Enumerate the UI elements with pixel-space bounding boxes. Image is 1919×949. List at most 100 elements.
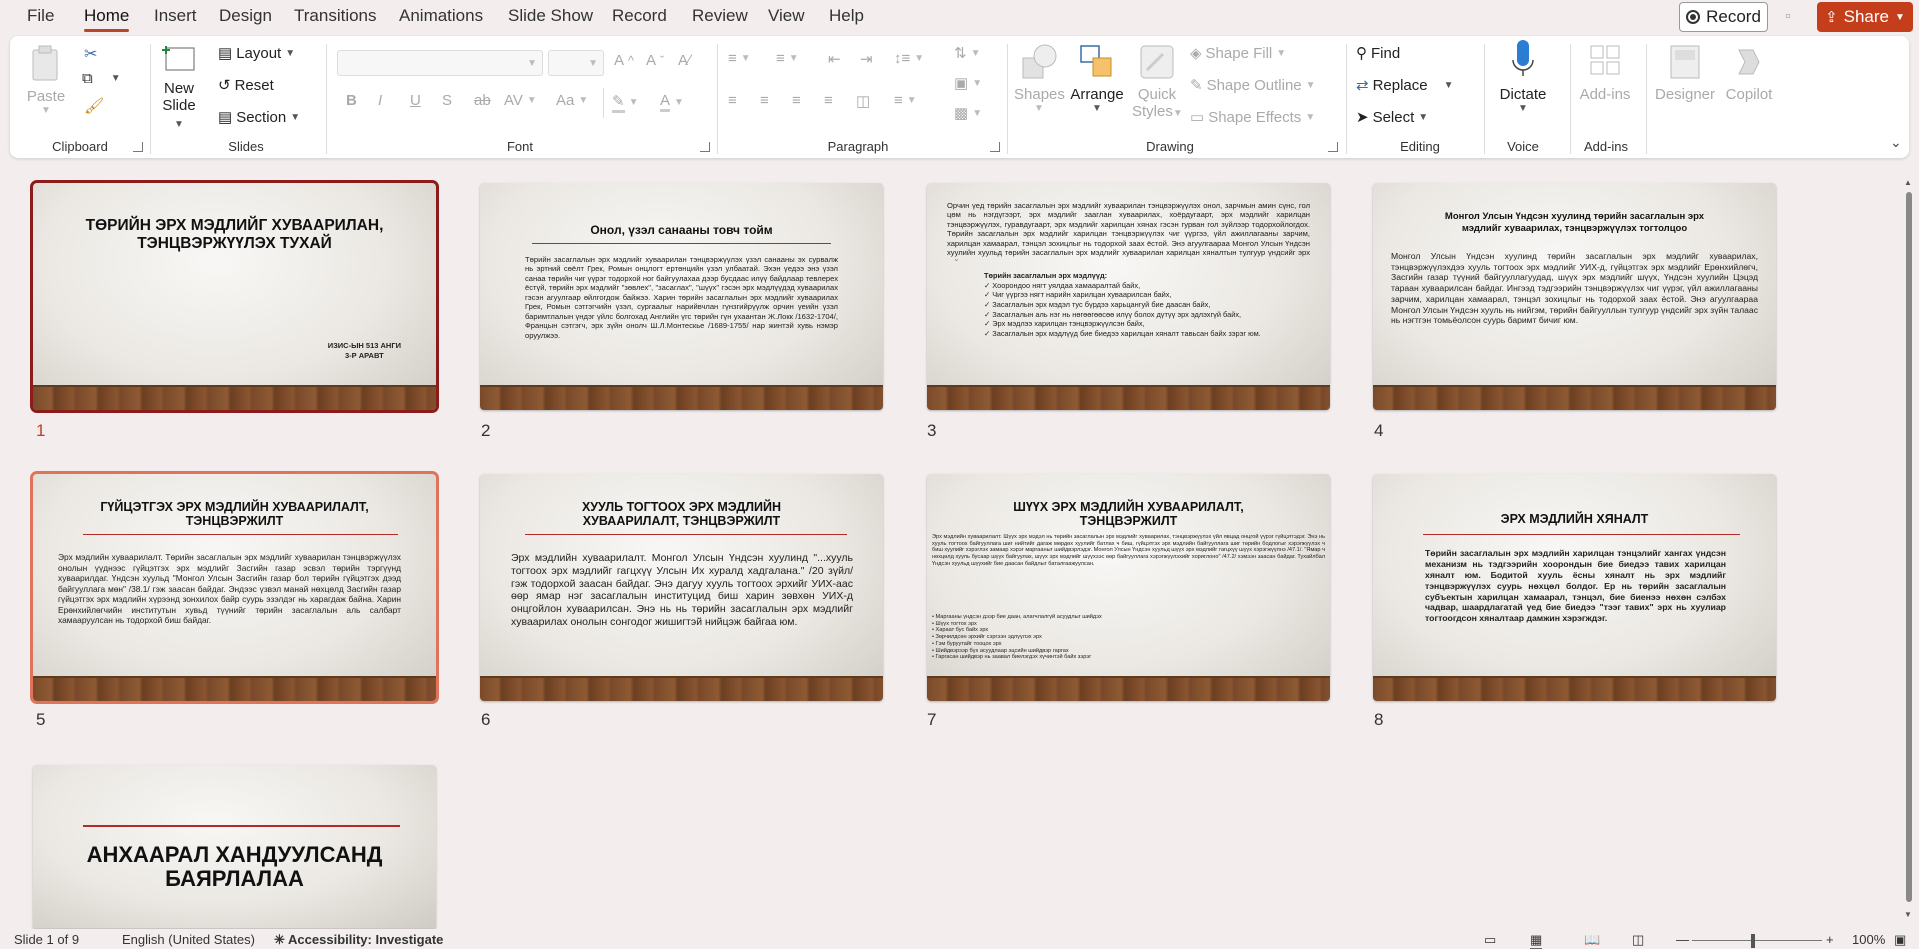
cut-icon[interactable]: ✂ [84, 44, 97, 64]
slide-thumbnail-1[interactable]: ТӨРИЙН ЭРХ МЭДЛИЙГ ХУВААРИЛАН, ТЭНЦВЭРЖҮ… [30, 180, 439, 413]
title-underline [1423, 534, 1740, 535]
vertical-scrollbar[interactable]: ▲ ▼ [1902, 158, 1916, 928]
align-right-icon[interactable]: ≡ [792, 92, 801, 109]
decrease-indent-icon[interactable]: ⇤ [828, 50, 841, 68]
normal-view-icon[interactable]: ▭ [1484, 932, 1496, 948]
reading-view-icon[interactable]: 📖 [1584, 932, 1600, 948]
columns-icon[interactable]: ◫ [856, 92, 870, 110]
collapse-ribbon-icon[interactable]: ⌄ [1890, 134, 1902, 151]
format-painter-icon[interactable]: 🖌 [84, 96, 104, 116]
numbering-icon[interactable]: ≡ ▼ [776, 50, 799, 67]
change-case-icon[interactable]: Aa ▼ [556, 92, 588, 109]
slide-subtitle-line: ИЗИС-ЫН 513 АНГИ [327, 341, 401, 350]
shapes-button[interactable]: Shapes ▼ [1014, 42, 1065, 114]
justify-icon[interactable]: ≡ [824, 92, 833, 109]
slide-show-view-icon[interactable]: ◫ [1632, 932, 1644, 948]
menu-review[interactable]: Review [692, 6, 748, 26]
language-status[interactable]: English (United States) [122, 932, 255, 947]
paragraph-launcher-icon[interactable] [990, 142, 1000, 152]
arrange-button[interactable]: Arrange ▼ [1068, 42, 1126, 114]
line-spacing-icon[interactable]: ↕≡ ▼ [894, 50, 924, 67]
copy-button[interactable]: ⧉ ▼ [82, 70, 121, 87]
section-button[interactable]: ▤ Section ▼ [218, 108, 300, 127]
menu-design[interactable]: Design [219, 6, 272, 26]
select-button[interactable]: ➤ Select ▼ [1356, 108, 1428, 127]
record-button[interactable]: Record [1679, 2, 1768, 32]
character-spacing-icon[interactable]: AV ▼ [504, 92, 537, 109]
add-ins-button[interactable]: Add-ins [1576, 42, 1634, 103]
slide-thumbnail-2[interactable]: Онол, үзэл санааны товч тойм Төрийн заса… [480, 183, 883, 410]
align-text-icon[interactable]: ▣ ▼ [954, 74, 982, 92]
accessibility-status[interactable]: ✳ Accessibility: Investigate [274, 932, 443, 948]
replace-button[interactable]: ⇄ Replace ▼ [1356, 76, 1454, 95]
zoom-out-icon[interactable]: — [1676, 932, 1689, 947]
menu-transitions[interactable]: Transitions [294, 6, 377, 26]
slide-sorter-view-icon[interactable]: ▦ [1530, 932, 1543, 949]
font-color-icon[interactable]: A ▼ [660, 92, 684, 112]
scroll-down-icon[interactable]: ▼ [1904, 910, 1912, 919]
menu-view[interactable]: View [768, 6, 805, 26]
clipboard-launcher-icon[interactable] [133, 142, 143, 152]
bullets-icon[interactable]: ≡ ▼ [728, 50, 751, 67]
slide-subtitle-line: 3-Р АРАВТ [345, 350, 384, 360]
share-button[interactable]: ⇪ Share ▼ [1817, 2, 1913, 32]
slide-thumbnail-9[interactable]: АНХААРАЛ ХАНДУУЛСАНД БАЯРЛАЛАА [33, 765, 436, 928]
font-launcher-icon[interactable] [700, 142, 710, 152]
slide-thumbnail-3[interactable]: Орчин үед төрийн засаглалын эрх мэдлийг … [927, 183, 1330, 410]
comments-icon[interactable]: ▫ [1775, 6, 1801, 28]
underline-icon[interactable]: U [410, 92, 421, 109]
floor-decoration [1373, 385, 1776, 410]
zoom-slider[interactable] [1692, 940, 1822, 941]
drawing-launcher-icon[interactable] [1328, 142, 1338, 152]
font-name-dropdown[interactable]: ▼ [337, 50, 543, 76]
scroll-up-icon[interactable]: ▲ [1904, 178, 1912, 187]
fit-to-window-icon[interactable]: ▣ [1894, 932, 1906, 948]
increase-font-size-icon[interactable]: A ^ [614, 52, 634, 69]
layout-button[interactable]: ▤ Layout ▼ [218, 44, 295, 63]
slide-thumbnail-6[interactable]: ХУУЛЬ ТОГТООХ ЭРХ МЭДЛИЙН ХУВААРИЛАЛТ, Т… [480, 474, 883, 701]
quick-styles-button[interactable]: Quick Styles▼ [1132, 42, 1183, 120]
bold-icon[interactable]: B [346, 92, 357, 109]
menu-home[interactable]: Home [84, 6, 130, 32]
menu-file[interactable]: File [27, 6, 54, 26]
slide-thumbnail-4[interactable]: Монгол Улсын Үндсэн хуулинд төрийн засаг… [1373, 183, 1776, 410]
strikethrough-icon[interactable]: ab [474, 92, 491, 109]
columns-dropdown-icon[interactable]: ≡ ▼ [894, 92, 917, 109]
menu-record[interactable]: Record [612, 6, 667, 26]
menu-animations[interactable]: Animations [399, 6, 483, 26]
menu-slide-show[interactable]: Slide Show [508, 6, 593, 26]
menu-help[interactable]: Help [829, 6, 864, 26]
shape-outline-button[interactable]: ✎ Shape Outline ▼ [1190, 76, 1316, 95]
increase-indent-icon[interactable]: ⇥ [860, 50, 873, 68]
highlight-icon[interactable]: ✎ ▼ [612, 92, 638, 113]
scrollbar-thumb[interactable] [1906, 192, 1912, 902]
font-size-dropdown[interactable]: ▼ [548, 50, 604, 76]
copilot-button[interactable]: Copilot [1720, 42, 1778, 103]
align-left-icon[interactable]: ≡ [728, 92, 737, 109]
shape-effects-button[interactable]: ▭ Shape Effects ▼ [1190, 108, 1315, 127]
clear-formatting-icon[interactable]: A∕ [678, 52, 691, 69]
smartart-icon[interactable]: ▩ ▼ [954, 104, 982, 122]
slide-thumbnail-5[interactable]: ГҮЙЦЭТГЭХ ЭРХ МЭДЛИЙН ХУВААРИЛАЛТ, ТЭНЦВ… [30, 471, 439, 704]
text-direction-icon[interactable]: ⇅ ▼ [954, 44, 980, 62]
slide-thumbnail-8[interactable]: ЭРХ МЭДЛИЙН ХЯНАЛТ Төрийн засаглалын эрх… [1373, 474, 1776, 701]
find-button[interactable]: ⚲ Find [1356, 44, 1400, 63]
zoom-level[interactable]: 100% [1852, 932, 1885, 947]
list-item: ✓ Засаглалын эрх мэдлүүд бие биедээ хари… [984, 328, 1261, 338]
zoom-slider-thumb[interactable] [1751, 934, 1755, 948]
shadow-icon[interactable]: S [442, 92, 452, 109]
zoom-in-icon[interactable]: + [1826, 932, 1834, 947]
menu-insert[interactable]: Insert [154, 6, 197, 26]
shape-fill-button[interactable]: ◈ Shape Fill ▼ [1190, 44, 1286, 63]
dictate-button[interactable]: Dictate ▼ [1494, 38, 1552, 114]
reset-button[interactable]: ↺ Reset [218, 76, 274, 95]
align-center-icon[interactable]: ≡ [760, 92, 769, 109]
decrease-font-size-icon[interactable]: Aˇ [646, 52, 664, 69]
italic-icon[interactable]: I [378, 92, 382, 109]
new-slide-button[interactable]: New Slide ▼ [158, 42, 200, 131]
list-item: • Маргааны үндсэн дээр бие даан, алагчла… [932, 614, 1102, 620]
slide-thumbnail-7[interactable]: ШҮҮХ ЭРХ МЭДЛИЙН ХУВААРИЛАЛТ, ТЭНЦВЭРЖИЛ… [927, 474, 1330, 701]
designer-button[interactable]: Designer [1654, 42, 1716, 103]
paste-button[interactable]: Paste ▼ [26, 44, 66, 116]
list-item: ✓ Чиг үүргээ нягт нарийн харилцан хуваар… [984, 290, 1172, 300]
